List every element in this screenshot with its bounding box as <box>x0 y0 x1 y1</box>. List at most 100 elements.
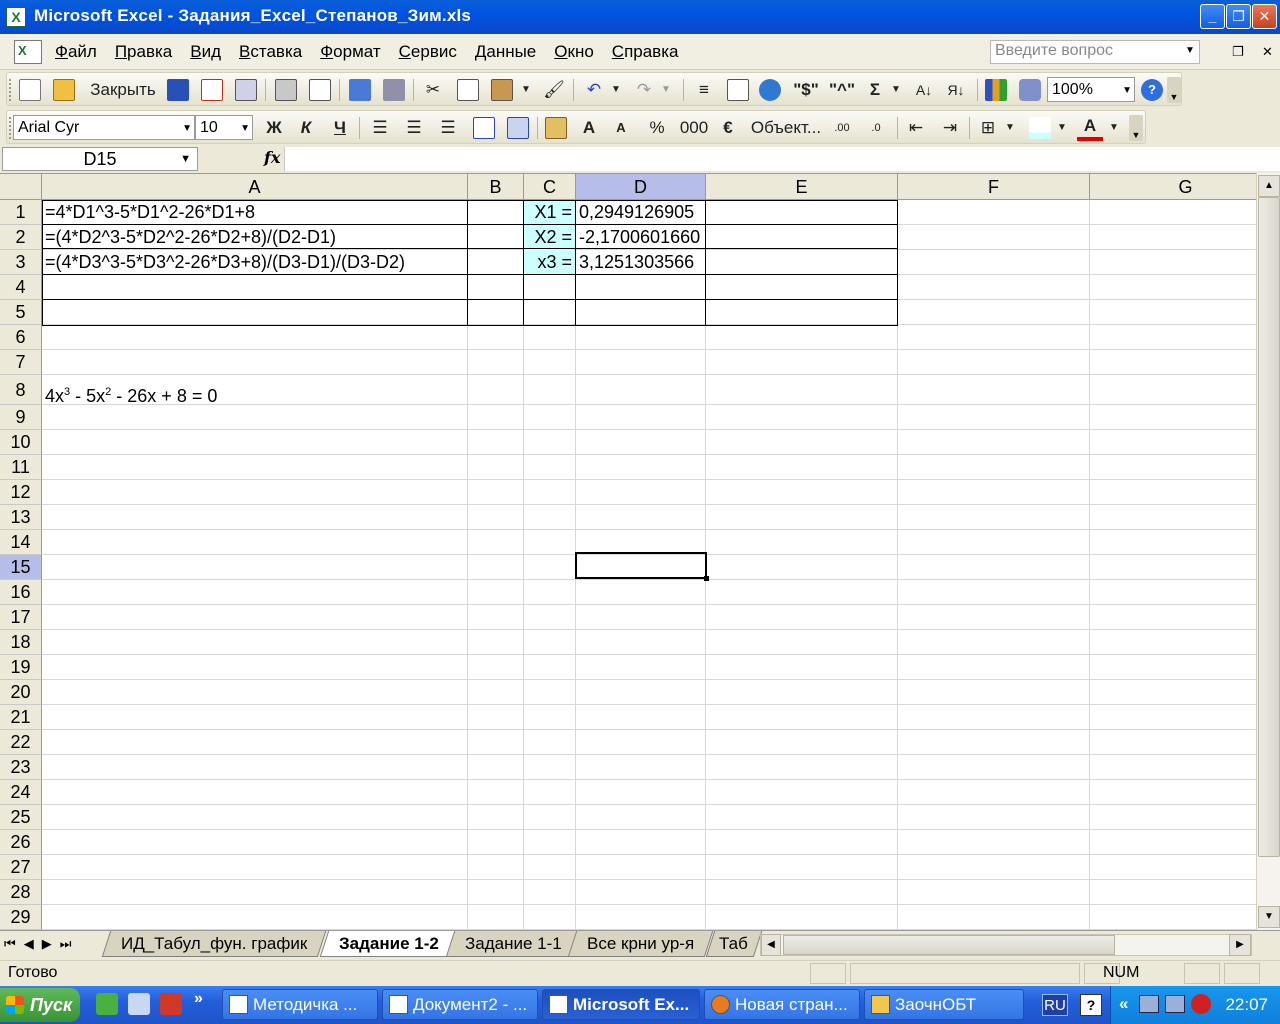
column-header-d[interactable]: D <box>576 174 706 200</box>
bold-button[interactable]: Ж <box>261 115 287 141</box>
toolbar-options-icon[interactable]: ▼ <box>1129 115 1143 141</box>
font-name-select[interactable]: Arial Cyr ▼ <box>13 115 195 140</box>
row-header-24[interactable]: 24 <box>0 780 42 805</box>
minimize-button[interactable]: _ <box>1200 4 1225 29</box>
euro-button[interactable]: € <box>715 115 741 141</box>
quicklaunch-icon[interactable] <box>160 993 182 1015</box>
tab-scroll-buttons[interactable]: ⏮◀▶⏭ <box>4 936 79 952</box>
hyperlink-icon[interactable] <box>759 79 781 101</box>
column-header-c[interactable]: C <box>524 174 576 200</box>
save-icon[interactable] <box>167 79 189 101</box>
workbook-icon[interactable] <box>14 40 42 64</box>
open-folder-icon[interactable] <box>53 79 75 101</box>
row-header-17[interactable]: 17 <box>0 605 42 630</box>
cell-d2[interactable]: -2,1700601660 <box>576 225 706 250</box>
scroll-down-icon[interactable]: ▼ <box>1258 906 1280 928</box>
calculator-icon[interactable] <box>727 79 749 101</box>
italic-button[interactable]: К <box>293 115 319 141</box>
chevron-down-icon[interactable]: ▼ <box>609 77 623 103</box>
chevron-down-icon[interactable]: ▼ <box>1107 115 1121 141</box>
spelling-icon[interactable] <box>349 79 371 101</box>
chevron-down-icon[interactable]: ▼ <box>1055 115 1069 141</box>
percent-style-button[interactable]: % <box>645 115 669 141</box>
decrease-indent-icon[interactable]: ⇤ <box>903 115 929 141</box>
research-icon[interactable] <box>383 79 405 101</box>
cell-c3[interactable]: x3 = <box>524 250 576 275</box>
column-header-e[interactable]: E <box>706 174 898 200</box>
new-document-icon[interactable] <box>19 79 41 101</box>
column-header-b[interactable]: B <box>468 174 524 200</box>
row-header-8[interactable]: 8 <box>0 375 42 405</box>
comma-style-button[interactable]: 000 <box>677 115 711 141</box>
help-icon[interactable]: ? <box>1141 79 1163 101</box>
scroll-right-icon[interactable]: ▶ <box>1229 934 1251 956</box>
decrease-decimal-icon[interactable]: .0 <box>863 115 889 141</box>
menu-format[interactable]: Формат <box>311 42 389 62</box>
selected-cell-d15[interactable] <box>575 552 709 581</box>
row-header-21[interactable]: 21 <box>0 705 42 730</box>
task-folder[interactable]: ЗаочнОБТ <box>864 989 1024 1020</box>
row-header-23[interactable]: 23 <box>0 755 42 780</box>
object-button[interactable]: Объект... <box>745 115 827 141</box>
chevron-down-icon[interactable]: ▼ <box>889 77 903 103</box>
menu-window[interactable]: Окно <box>545 42 603 62</box>
restore-button[interactable]: ❐ <box>1226 4 1251 29</box>
row-header-10[interactable]: 10 <box>0 430 42 455</box>
print-preview-icon[interactable] <box>309 79 331 101</box>
start-button[interactable]: Пуск <box>0 988 80 1022</box>
underline-button[interactable]: Ч <box>327 115 353 141</box>
quicklaunch-more-icon[interactable]: » <box>194 990 203 1008</box>
row-header-14[interactable]: 14 <box>0 530 42 555</box>
quicklaunch-icon[interactable] <box>128 993 150 1015</box>
doc-close-button[interactable]: ✕ <box>1262 44 1273 60</box>
increase-decimal-icon[interactable]: .00 <box>829 115 855 141</box>
cell-d1[interactable]: 0,2949126905 <box>576 200 706 225</box>
tab-tab[interactable]: Таб <box>705 931 763 957</box>
redo-icon[interactable]: ↷ <box>631 77 657 103</box>
row-header-18[interactable]: 18 <box>0 630 42 655</box>
select-all-corner[interactable] <box>0 174 42 200</box>
row-header-26[interactable]: 26 <box>0 830 42 855</box>
sort-ascending-icon[interactable]: A↓ <box>911 77 937 103</box>
row-header-1[interactable]: 1 <box>0 200 42 225</box>
print-icon[interactable] <box>275 79 297 101</box>
permission-icon[interactable] <box>201 79 223 101</box>
format-painter-icon[interactable]: 🖌 <box>541 77 567 103</box>
chart-wizard-icon[interactable] <box>985 79 1007 101</box>
borders-icon[interactable]: ⊞ <box>975 115 1001 141</box>
row-header-19[interactable]: 19 <box>0 655 42 680</box>
tab-id-tabul[interactable]: ИД_Табул_фун. график <box>101 931 327 957</box>
cell-a1[interactable]: =4*D1^3-5*D1^2-26*D1+8 <box>42 200 468 225</box>
row-header-12[interactable]: 12 <box>0 480 42 505</box>
menu-data[interactable]: Данные <box>466 42 545 62</box>
align-right-icon[interactable]: ☰ <box>435 115 461 141</box>
copy-icon[interactable] <box>457 79 479 101</box>
zoom-select[interactable]: 100% ▼ <box>1047 77 1135 102</box>
formula-input[interactable] <box>284 147 1280 171</box>
row-header-4[interactable]: 4 <box>0 275 42 300</box>
task-dokument2[interactable]: Документ2 - ... <box>382 989 538 1020</box>
sort-descending-icon[interactable]: Я↓ <box>943 77 969 103</box>
row-header-28[interactable]: 28 <box>0 880 42 905</box>
cell-a8-equation[interactable]: 4x3 - 5x2 - 26x + 8 = 0 <box>42 375 468 405</box>
font-size-select[interactable]: 10 ▼ <box>195 115 253 140</box>
row-header-3[interactable]: 3 <box>0 250 42 275</box>
email-icon[interactable] <box>235 79 257 101</box>
row-header-16[interactable]: 16 <box>0 580 42 605</box>
column-header-f[interactable]: F <box>898 174 1090 200</box>
tab-zadanie-1-1[interactable]: Задание 1-1 <box>445 931 581 957</box>
vertical-scroll-thumb[interactable] <box>1258 197 1280 857</box>
menu-file[interactable]: Файл <box>46 42 106 62</box>
autofilter-icon[interactable]: ≡ <box>691 77 717 103</box>
scroll-left-icon[interactable]: ◀ <box>761 934 781 956</box>
network-icon[interactable] <box>1165 995 1185 1013</box>
chevron-down-icon[interactable]: ▼ <box>659 77 673 103</box>
currency-format-icon[interactable] <box>545 117 567 139</box>
row-header-13[interactable]: 13 <box>0 505 42 530</box>
merge-center-icon[interactable] <box>473 117 495 139</box>
row-header-2[interactable]: 2 <box>0 225 42 250</box>
close-button[interactable]: ✕ <box>1252 4 1277 29</box>
align-center-icon[interactable]: ☰ <box>401 115 427 141</box>
vertical-scrollbar[interactable]: ▲ ▼ <box>1256 173 1280 930</box>
column-header-g[interactable]: G <box>1090 174 1256 200</box>
